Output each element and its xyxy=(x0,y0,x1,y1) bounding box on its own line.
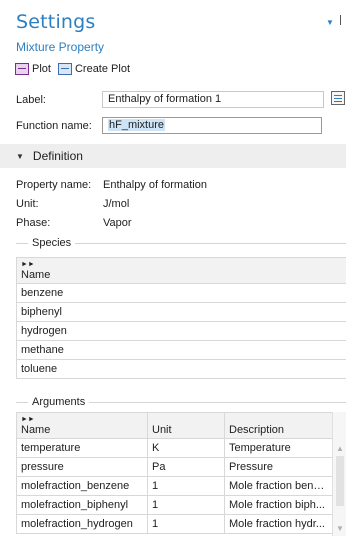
species-group: Species xyxy=(16,237,346,249)
arg-unit-header-label: Unit xyxy=(152,424,172,436)
table-row[interactable]: pressure Pa Pressure xyxy=(16,457,333,477)
create-plot-icon xyxy=(57,63,72,75)
property-name-value: Enthalpy of formation xyxy=(103,179,207,191)
create-plot-button-label: Create Plot xyxy=(74,63,130,75)
property-name-key: Property name: xyxy=(16,179,92,191)
panel-subtitle: Mixture Property xyxy=(16,40,105,54)
scroll-down-icon[interactable]: ▼ xyxy=(333,522,346,536)
label-field-value: Enthalpy of formation 1 xyxy=(108,93,222,105)
definition-header-label: Definition xyxy=(32,149,83,163)
arg-description-cell: Pressure xyxy=(224,457,333,477)
species-cell: toluene xyxy=(16,359,346,379)
panel-title: Settings xyxy=(16,11,96,33)
table-row[interactable]: molefraction_biphenyl 1 Mole fraction bi… xyxy=(16,495,333,515)
settings-panel: Settings ▼ Mixture Property Plot Create … xyxy=(0,0,346,540)
arg-unit-cell: 1 xyxy=(147,495,225,515)
group-line-left xyxy=(16,242,28,244)
arg-name-column-header[interactable]: ►► Name xyxy=(16,412,148,439)
panel-edge xyxy=(340,15,341,25)
group-line-left xyxy=(16,401,28,403)
arg-description-cell: Mole fraction biph... xyxy=(224,495,333,515)
arguments-group: Arguments xyxy=(16,396,346,408)
definition-section-header[interactable]: ▼ Definition xyxy=(0,144,346,168)
table-row[interactable]: toluene xyxy=(16,359,346,379)
group-line-right xyxy=(75,242,346,244)
species-table: ►► Name benzene biphenyl hydrogen methan… xyxy=(16,257,346,379)
scroll-up-icon[interactable]: ▲ xyxy=(333,442,346,456)
group-line-right xyxy=(89,401,346,403)
expand-caret-icon: ▼ xyxy=(16,151,24,161)
unit-value: J/mol xyxy=(103,198,130,210)
phase-key: Phase: xyxy=(16,217,51,229)
table-row[interactable]: temperature K Temperature xyxy=(16,438,333,458)
phase-row: Phase: Vapor xyxy=(16,217,132,229)
arg-unit-cell: 1 xyxy=(147,514,225,534)
species-cell: benzene xyxy=(16,283,346,303)
function-name-field[interactable]: hF_mixture xyxy=(102,117,322,134)
unit-key: Unit: xyxy=(16,198,39,210)
table-row[interactable]: benzene xyxy=(16,283,346,303)
label-field[interactable]: Enthalpy of formation 1 xyxy=(102,91,324,108)
arg-unit-cell: K xyxy=(147,438,225,458)
function-name-label: Function name: xyxy=(16,120,92,132)
arg-description-cell: Mole fraction hydr... xyxy=(224,514,333,534)
arguments-header-row: ►► Name Unit Description xyxy=(16,412,333,439)
arg-unit-cell: Pa xyxy=(147,457,225,477)
arg-unit-cell: 1 xyxy=(147,476,225,496)
toolbar: Plot Create Plot xyxy=(15,61,137,77)
species-cell: biphenyl xyxy=(16,302,346,322)
property-name-row: Property name: Enthalpy of formation xyxy=(16,179,207,191)
arg-name-cell: pressure xyxy=(16,457,148,477)
arg-name-header-label: Name xyxy=(21,424,51,436)
arguments-scrollbar[interactable]: ▲ ▼ xyxy=(332,412,346,536)
arg-description-column-header[interactable]: Description xyxy=(224,412,333,439)
column-arrows-icon: ►► xyxy=(21,416,35,423)
table-row[interactable]: biphenyl xyxy=(16,302,346,322)
species-cell: methane xyxy=(16,340,346,360)
table-row[interactable]: methane xyxy=(16,340,346,360)
plot-button-label: Plot xyxy=(32,63,51,75)
species-cell: hydrogen xyxy=(16,321,346,341)
species-group-label: Species xyxy=(32,237,72,249)
collapse-icon[interactable]: ▼ xyxy=(326,18,334,27)
label-field-label: Label: xyxy=(16,94,46,106)
arguments-group-label: Arguments xyxy=(32,396,86,408)
species-name-column-header[interactable]: ►► Name xyxy=(16,257,346,284)
arg-description-cell: Mole fraction benz... xyxy=(224,476,333,496)
column-arrows-icon: ►► xyxy=(21,261,35,268)
species-header-row: ►► Name xyxy=(16,257,346,284)
table-row[interactable]: molefraction_benzene 1 Mole fraction ben… xyxy=(16,476,333,496)
table-row[interactable]: molefraction_hydrogen 1 Mole fraction hy… xyxy=(16,514,333,534)
scroll-thumb[interactable] xyxy=(336,456,344,506)
function-name-value: hF_mixture xyxy=(108,119,166,131)
arg-description-header-label: Description xyxy=(229,424,285,436)
create-plot-button[interactable]: Create Plot xyxy=(57,63,130,75)
label-options-icon[interactable] xyxy=(331,91,345,105)
table-row[interactable]: hydrogen xyxy=(16,321,346,341)
plot-button[interactable]: Plot xyxy=(15,63,51,75)
arg-name-cell: molefraction_hydrogen xyxy=(16,514,148,534)
arg-unit-column-header[interactable]: Unit xyxy=(147,412,225,439)
phase-value: Vapor xyxy=(103,217,132,229)
arg-name-cell: molefraction_biphenyl xyxy=(16,495,148,515)
arg-name-cell: molefraction_benzene xyxy=(16,476,148,496)
plot-icon xyxy=(15,63,29,75)
arg-name-cell: temperature xyxy=(16,438,148,458)
arguments-table: ►► Name Unit Description temperature K T… xyxy=(16,412,333,534)
arg-description-cell: Temperature xyxy=(224,438,333,458)
species-name-header-label: Name xyxy=(21,269,51,281)
unit-row: Unit: J/mol xyxy=(16,198,129,210)
